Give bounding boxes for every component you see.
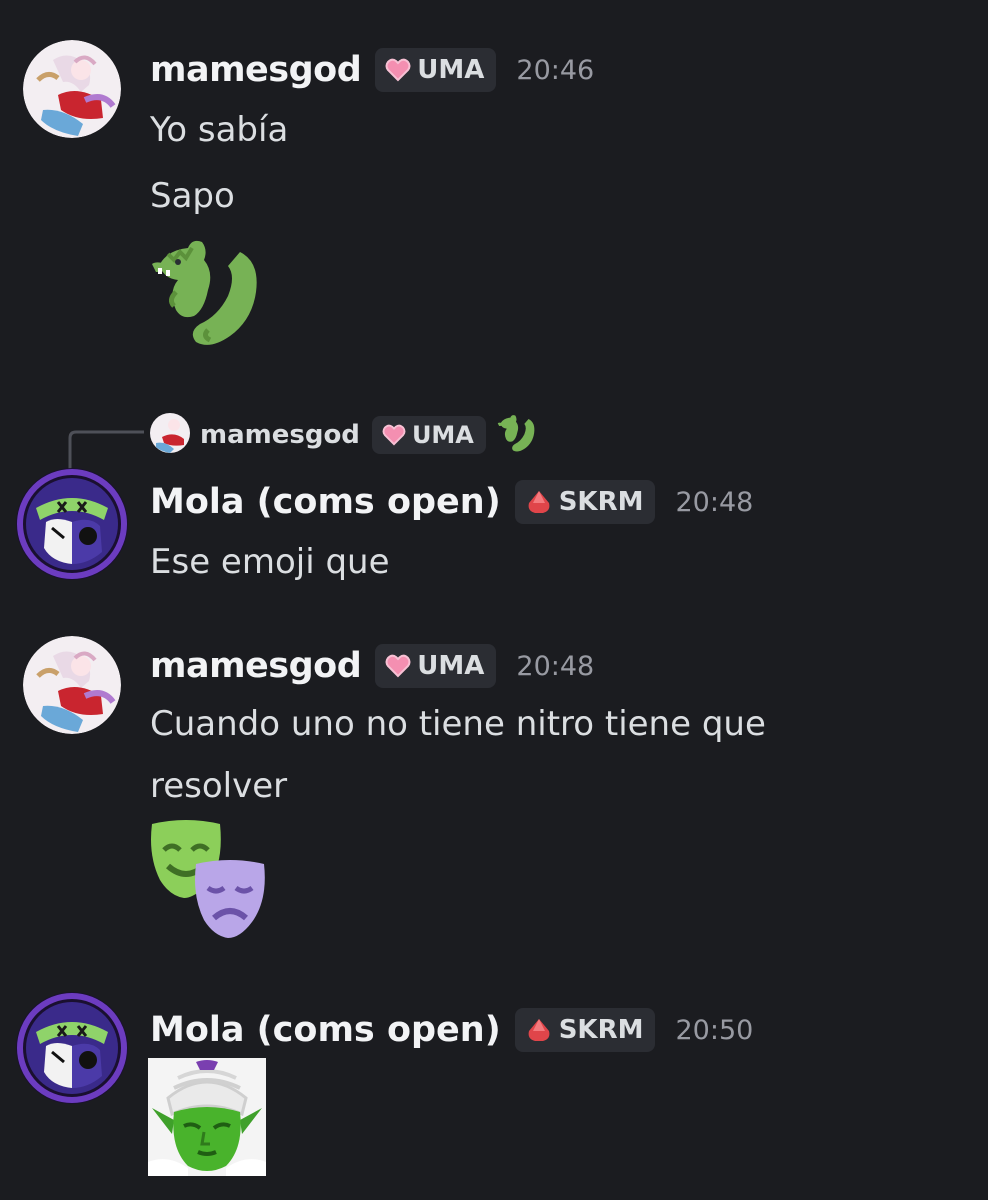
- guild-tag[interactable]: UMA: [375, 644, 497, 688]
- guild-tag-label: UMA: [417, 651, 485, 681]
- piccolo-sticker[interactable]: [148, 1058, 266, 1180]
- username[interactable]: Mola (coms open): [150, 1010, 501, 1050]
- guild-tag-label: SKRM: [558, 1015, 644, 1045]
- heart-icon: [385, 654, 411, 678]
- heart-icon: [385, 58, 411, 82]
- message-header: Mola (coms open) SKRM 20:48: [150, 480, 753, 524]
- guild-tag[interactable]: UMA: [375, 48, 497, 92]
- reply-preview[interactable]: mamesgod UMA: [150, 412, 538, 458]
- message: mamesgod UMA 20:48 Cuando uno no tiene n…: [0, 600, 988, 980]
- guild-tag[interactable]: SKRM: [514, 1008, 656, 1052]
- avatar-mola[interactable]: [16, 468, 128, 580]
- performing-arts-emoji[interactable]: [148, 820, 270, 944]
- reply-username[interactable]: mamesgod: [200, 420, 360, 450]
- message-line: Ese emoji que: [150, 542, 390, 582]
- message-line: resolver: [150, 766, 288, 806]
- message-line: Sapo: [150, 176, 235, 216]
- reply-spine: [68, 430, 144, 470]
- dragon-emoji[interactable]: [148, 232, 266, 356]
- guild-tag[interactable]: UMA: [371, 416, 486, 454]
- timestamp: 20:48: [516, 650, 595, 682]
- timestamp: 20:50: [675, 1014, 754, 1046]
- avatar-mamesgod[interactable]: [23, 636, 121, 734]
- message: mamesgod UMA 20:46 Yo sabía Sapo: [0, 0, 988, 380]
- guild-tag-label: UMA: [417, 55, 485, 85]
- username[interactable]: mamesgod: [150, 646, 362, 686]
- heart-icon: [382, 424, 406, 446]
- message-header: mamesgod UMA 20:48: [150, 644, 594, 688]
- username[interactable]: mamesgod: [150, 50, 362, 90]
- message: mamesgod UMA Mola (coms open) SKRM 20:48…: [0, 400, 988, 600]
- timestamp: 20:46: [516, 54, 595, 86]
- avatar-mola[interactable]: [16, 992, 128, 1104]
- message-line: Yo sabía: [150, 110, 289, 150]
- message: Mola (coms open) SKRM 20:50: [0, 980, 988, 1200]
- gem-icon: [528, 1019, 550, 1041]
- username[interactable]: Mola (coms open): [150, 482, 501, 522]
- message-header: Mola (coms open) SKRM 20:50: [150, 1008, 753, 1052]
- guild-tag[interactable]: SKRM: [514, 480, 656, 524]
- guild-tag-label: UMA: [411, 421, 474, 449]
- reply-avatar: [150, 413, 190, 457]
- timestamp: 20:48: [675, 486, 754, 518]
- message-header: mamesgod UMA 20:46: [150, 48, 594, 92]
- message-line: Cuando uno no tiene nitro tiene que: [150, 704, 766, 744]
- dragon-emoji: [496, 412, 538, 458]
- guild-tag-label: SKRM: [558, 487, 644, 517]
- gem-icon: [528, 491, 550, 513]
- avatar-mamesgod[interactable]: [23, 40, 121, 138]
